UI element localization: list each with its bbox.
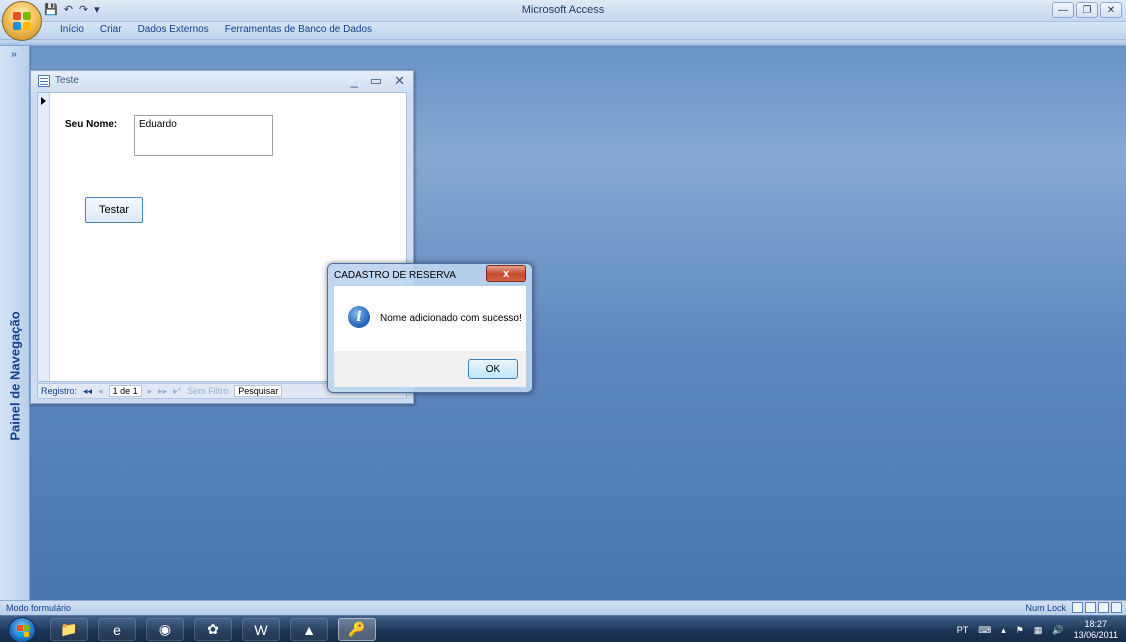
system-tray: PT ⌨ ▴ ⚑ ▦ 🔊 18:27 13/06/2011 (957, 619, 1118, 641)
dialog-title: CADASTRO DE RESERVA (334, 270, 456, 281)
record-selector[interactable] (38, 93, 50, 381)
dialog-content: i Nome adicionado com sucesso! (334, 286, 526, 351)
app-title: Microsoft Access (521, 4, 605, 16)
explorer-icon[interactable]: 📁 (50, 618, 88, 641)
messenger-icon[interactable]: ✿ (194, 618, 232, 641)
new-record-button[interactable]: ▸* (173, 386, 181, 397)
language-indicator[interactable]: PT (957, 625, 969, 635)
first-record-button[interactable]: ◂◂ (83, 386, 92, 397)
form-title: Teste (55, 75, 79, 86)
filter-status[interactable]: Sem Filtro (187, 386, 228, 396)
show-hidden-icons-icon[interactable]: ▴ (1001, 625, 1006, 636)
current-record-arrow-icon (41, 97, 46, 105)
record-label: Registro: (41, 386, 78, 396)
title-bar: 💾 ↶ ↷ ▾ Microsoft Access — ❐ ✕ (0, 0, 1126, 22)
clock-date: 13/06/2011 (1073, 630, 1118, 640)
design-view-icon[interactable] (1111, 602, 1122, 613)
clock-time: 18:27 (1084, 619, 1108, 629)
tab-dados-externos[interactable]: Dados Externos (138, 24, 209, 35)
restore-button[interactable]: ❐ (1076, 2, 1098, 18)
form-maximize-button[interactable]: ▭ (370, 73, 382, 89)
outlook-icon[interactable]: ◉ (146, 618, 184, 641)
datasheet-view-icon[interactable] (1085, 602, 1096, 613)
close-button[interactable]: ✕ (1100, 2, 1122, 18)
record-position-field[interactable]: 1 de 1 (108, 385, 142, 397)
info-icon: i (348, 306, 370, 328)
minimize-button[interactable]: — (1052, 2, 1074, 18)
form-icon (38, 75, 50, 87)
taskbar: 📁 e ◉ ✿ W ▲ 🔑 PT ⌨ ▴ ⚑ ▦ 🔊 18:27 13/06/2… (0, 615, 1126, 642)
navigation-pane: » Painel de Navegação (0, 46, 30, 600)
message-dialog: CADASTRO DE RESERVA x i Nome adicionado … (327, 263, 533, 393)
form-view-icon[interactable] (1072, 602, 1083, 613)
next-record-button[interactable]: ▸ (148, 386, 153, 397)
dialog-message: Nome adicionado com sucesso! (380, 313, 522, 324)
keyboard-icon[interactable]: ⌨ (978, 625, 991, 636)
expand-pane-icon[interactable]: » (5, 48, 23, 62)
taskbar-apps: 📁 e ◉ ✿ W ▲ 🔑 (50, 618, 376, 641)
ribbon-tab-list: Início Criar Dados Externos Ferramentas … (60, 24, 372, 35)
ok-button[interactable]: OK (468, 359, 518, 379)
window-controls: — ❐ ✕ (1052, 2, 1122, 18)
search-input[interactable]: Pesquisar (234, 385, 283, 397)
num-lock-indicator: Num Lock (1025, 602, 1066, 613)
view-switcher (1072, 602, 1122, 613)
last-record-button[interactable]: ▸▸ (158, 386, 167, 397)
form-close-button[interactable]: ✕ (394, 73, 405, 89)
network-icon[interactable]: ▦ (1034, 625, 1043, 636)
test-button[interactable]: Testar (85, 197, 143, 223)
status-right: Num Lock (1025, 602, 1122, 613)
layout-view-icon[interactable] (1098, 602, 1109, 613)
office-logo-icon (13, 12, 31, 30)
windows-logo-icon (17, 625, 29, 637)
tab-inicio[interactable]: Início (60, 24, 84, 35)
form-minimize-button[interactable]: _ (351, 73, 358, 89)
dialog-footer: OK (334, 351, 526, 387)
name-input[interactable]: Eduardo (134, 115, 273, 156)
navigation-pane-title[interactable]: Painel de Navegação (8, 311, 23, 440)
status-mode: Modo formulário (6, 603, 72, 613)
tab-ferramentas[interactable]: Ferramentas de Banco de Dados (225, 24, 372, 35)
action-center-icon[interactable]: ⚑ (1016, 625, 1024, 636)
form-title-bar: Teste _ ▭ ✕ (31, 71, 413, 92)
app-icon[interactable]: ▲ (290, 618, 328, 641)
clock[interactable]: 18:27 13/06/2011 (1074, 619, 1118, 641)
ribbon-tabs: Início Criar Dados Externos Ferramentas … (0, 22, 1126, 40)
tab-criar[interactable]: Criar (100, 24, 122, 35)
internet-explorer-icon[interactable]: e (98, 618, 136, 641)
dialog-close-button[interactable]: x (486, 265, 526, 282)
start-button[interactable] (8, 617, 36, 642)
form-window-controls: _ ▭ ✕ (351, 73, 405, 89)
access-icon[interactable]: 🔑 (338, 618, 376, 641)
office-button[interactable] (2, 1, 42, 41)
previous-record-button[interactable]: ◂ (98, 386, 103, 397)
status-bar: Modo formulário Num Lock (0, 600, 1126, 615)
volume-icon[interactable]: 🔊 (1052, 625, 1063, 636)
name-label: Seu Nome: (65, 119, 118, 130)
word-icon[interactable]: W (242, 618, 280, 641)
